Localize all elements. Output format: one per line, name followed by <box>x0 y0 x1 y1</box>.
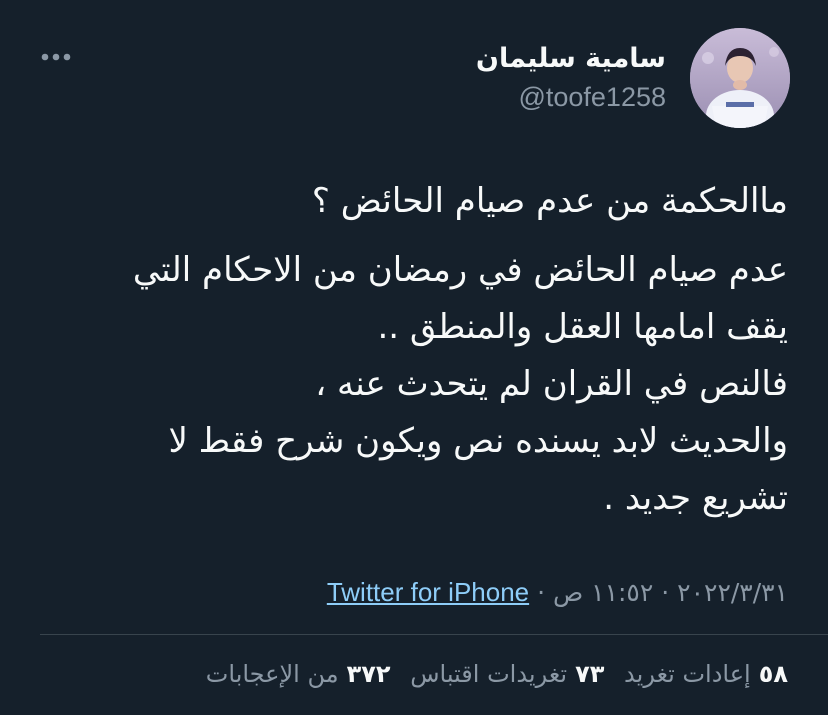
tweet-time[interactable]: ١١:٥٢ ص <box>553 578 653 607</box>
author-handle[interactable]: @toofe1258 <box>518 80 666 114</box>
avatar[interactable] <box>690 28 790 128</box>
tweet-body-line: تشريع جديد . <box>603 478 788 518</box>
tweet-text: ماالحكمة من عدم صيام الحائض ؟ عدم صيام ا… <box>58 170 788 527</box>
tweet-stats: ٥٨إعادات تغريد ٧٣تغريدات اقتباس ٣٧٢من ال… <box>206 654 788 694</box>
tweet-body-line: عدم صيام الحائض في رمضان من الاحكام التي <box>132 250 788 290</box>
meta-separator: · <box>661 578 670 607</box>
likes-count: ٣٧٢ <box>346 660 391 688</box>
tweet-source-link[interactable]: Twitter for iPhone <box>327 577 529 607</box>
likes-stat[interactable]: ٣٧٢من الإعجابات <box>206 654 391 694</box>
tweet-meta: ٢٠٢٢/٣/٣١ · ١١:٥٢ ص · Twitter for iPhone <box>327 572 788 613</box>
quotes-stat[interactable]: ٧٣تغريدات اقتباس <box>410 654 604 694</box>
tweet-title-line: ماالحكمة من عدم صيام الحائض ؟ <box>311 181 788 221</box>
tweet-date[interactable]: ٢٠٢٢/٣/٣١ <box>677 578 788 607</box>
author-name[interactable]: سامية سليمان <box>476 42 666 76</box>
quotes-label: تغريدات اقتباس <box>410 660 568 688</box>
tweet-body-line: فالنص في القران لم يتحدث عنه ، <box>315 364 788 404</box>
tweet-body-line: يقف امامها العقل والمنطق .. <box>377 307 788 347</box>
more-horizontal-icon <box>41 53 71 61</box>
quotes-count: ٧٣ <box>575 660 605 688</box>
likes-label: من الإعجابات <box>205 660 339 688</box>
more-options-button[interactable] <box>36 42 76 72</box>
retweets-label: إعادات تغريد <box>624 660 751 688</box>
retweets-stat[interactable]: ٥٨إعادات تغريد <box>624 654 788 694</box>
meta-separator: · <box>537 578 546 607</box>
retweets-count: ٥٨ <box>758 660 788 688</box>
tweet-detail: سامية سليمان @toofe1258 ماالحكمة من عدم … <box>0 0 828 715</box>
tweet-body-line: والحديث لابد يسنده نص ويكون شرح فقط لا <box>168 421 788 461</box>
divider <box>40 634 828 635</box>
avatar-image <box>690 28 790 128</box>
